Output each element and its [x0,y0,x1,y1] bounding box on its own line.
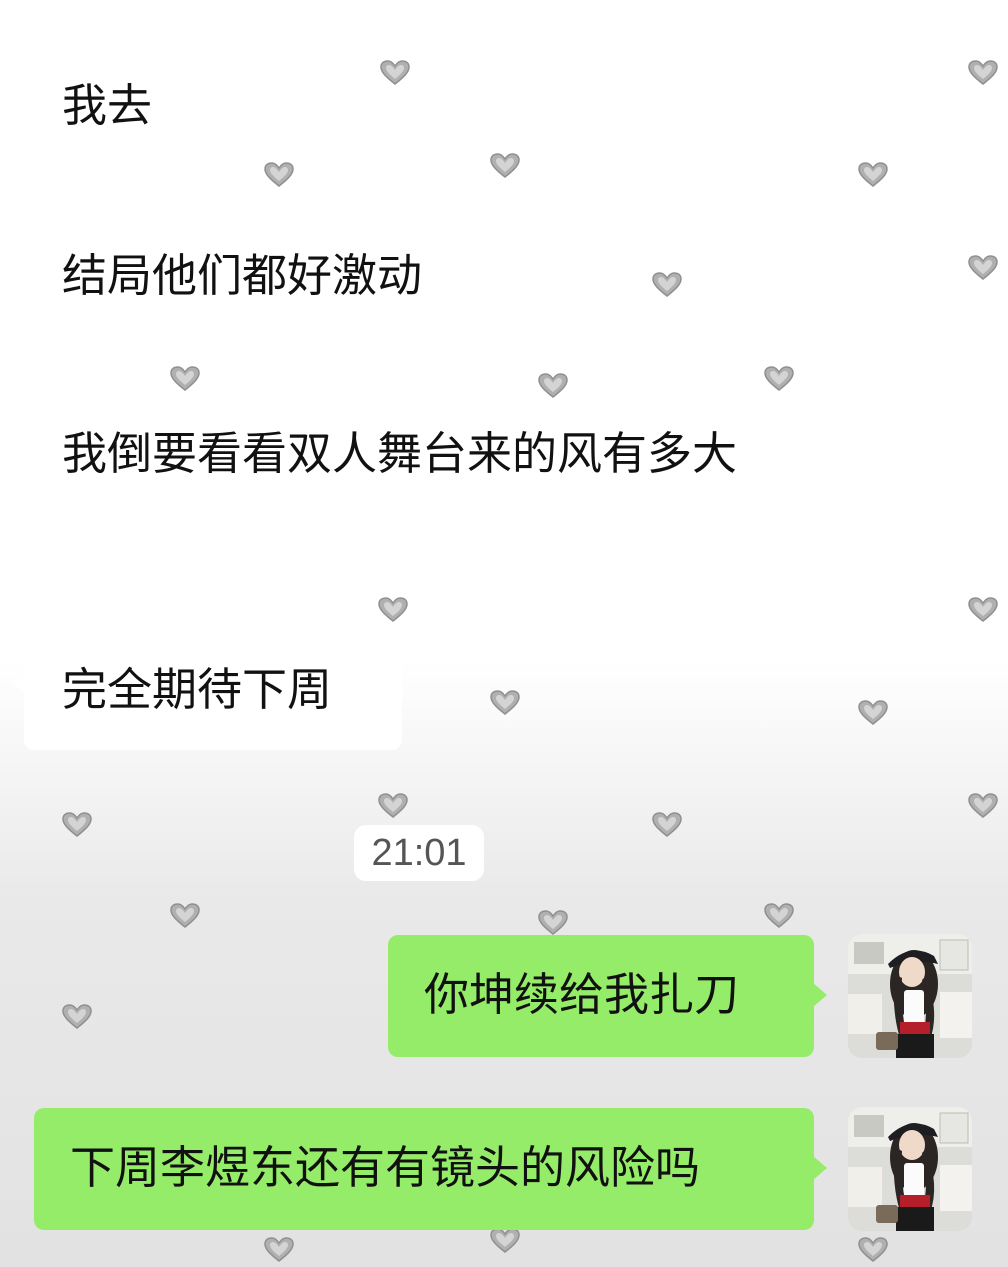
message-bubble-outgoing[interactable]: 下周李煜东还有有镜头的风险吗 [34,1108,827,1230]
timestamp-badge: 21:01 [354,825,484,881]
message-text: 下周李煜东还有有镜头的风险吗 [70,1141,701,1194]
heart-icon [764,366,794,392]
heart-icon [538,373,568,399]
heart-icon [264,1237,294,1263]
heart-icon [764,903,794,929]
message-text: 我倒要看看双人舞台来的风有多大 [62,427,738,480]
heart-icon [652,812,682,838]
heart-icon [170,366,200,392]
heart-icon [968,793,998,819]
heart-icon [378,793,408,819]
heart-icon [170,903,200,929]
message-text: 完全期待下周 [62,663,333,716]
heart-icon [968,60,998,86]
heart-icon [652,272,682,298]
message-bubble-incoming[interactable]: 完全期待下周 [13,632,402,750]
heart-icon [858,162,888,188]
message-bubble-incoming[interactable]: 结局他们都好激动 [24,220,502,336]
heart-icon [858,700,888,726]
heart-icon [968,255,998,281]
heart-icon [858,1237,888,1263]
heart-icon [380,60,410,86]
chat-view: 我去 结局他们都好激动 我倒要看看双人舞台来的风有多大 完全期待下周 21:01… [0,0,1008,1267]
heart-icon [264,162,294,188]
heart-icon [378,597,408,623]
heart-icon [490,153,520,179]
message-bubble-incoming[interactable]: 我倒要看看双人舞台来的风有多大 [24,398,808,576]
heart-icon [538,910,568,936]
heart-icon [62,812,92,838]
heart-icon [490,1228,520,1254]
avatar[interactable] [848,1107,972,1231]
heart-icon [490,690,520,716]
avatar[interactable] [848,934,972,1058]
message-text: 结局他们都好激动 [62,249,423,302]
message-text: 你坤续给我扎刀 [424,968,740,1021]
message-bubble-outgoing[interactable]: 你坤续给我扎刀 [388,935,827,1057]
message-bubble-incoming[interactable]: 我去 [24,50,202,166]
heart-icon [968,597,998,623]
heart-icon [62,1004,92,1030]
message-text: 我去 [62,79,153,132]
